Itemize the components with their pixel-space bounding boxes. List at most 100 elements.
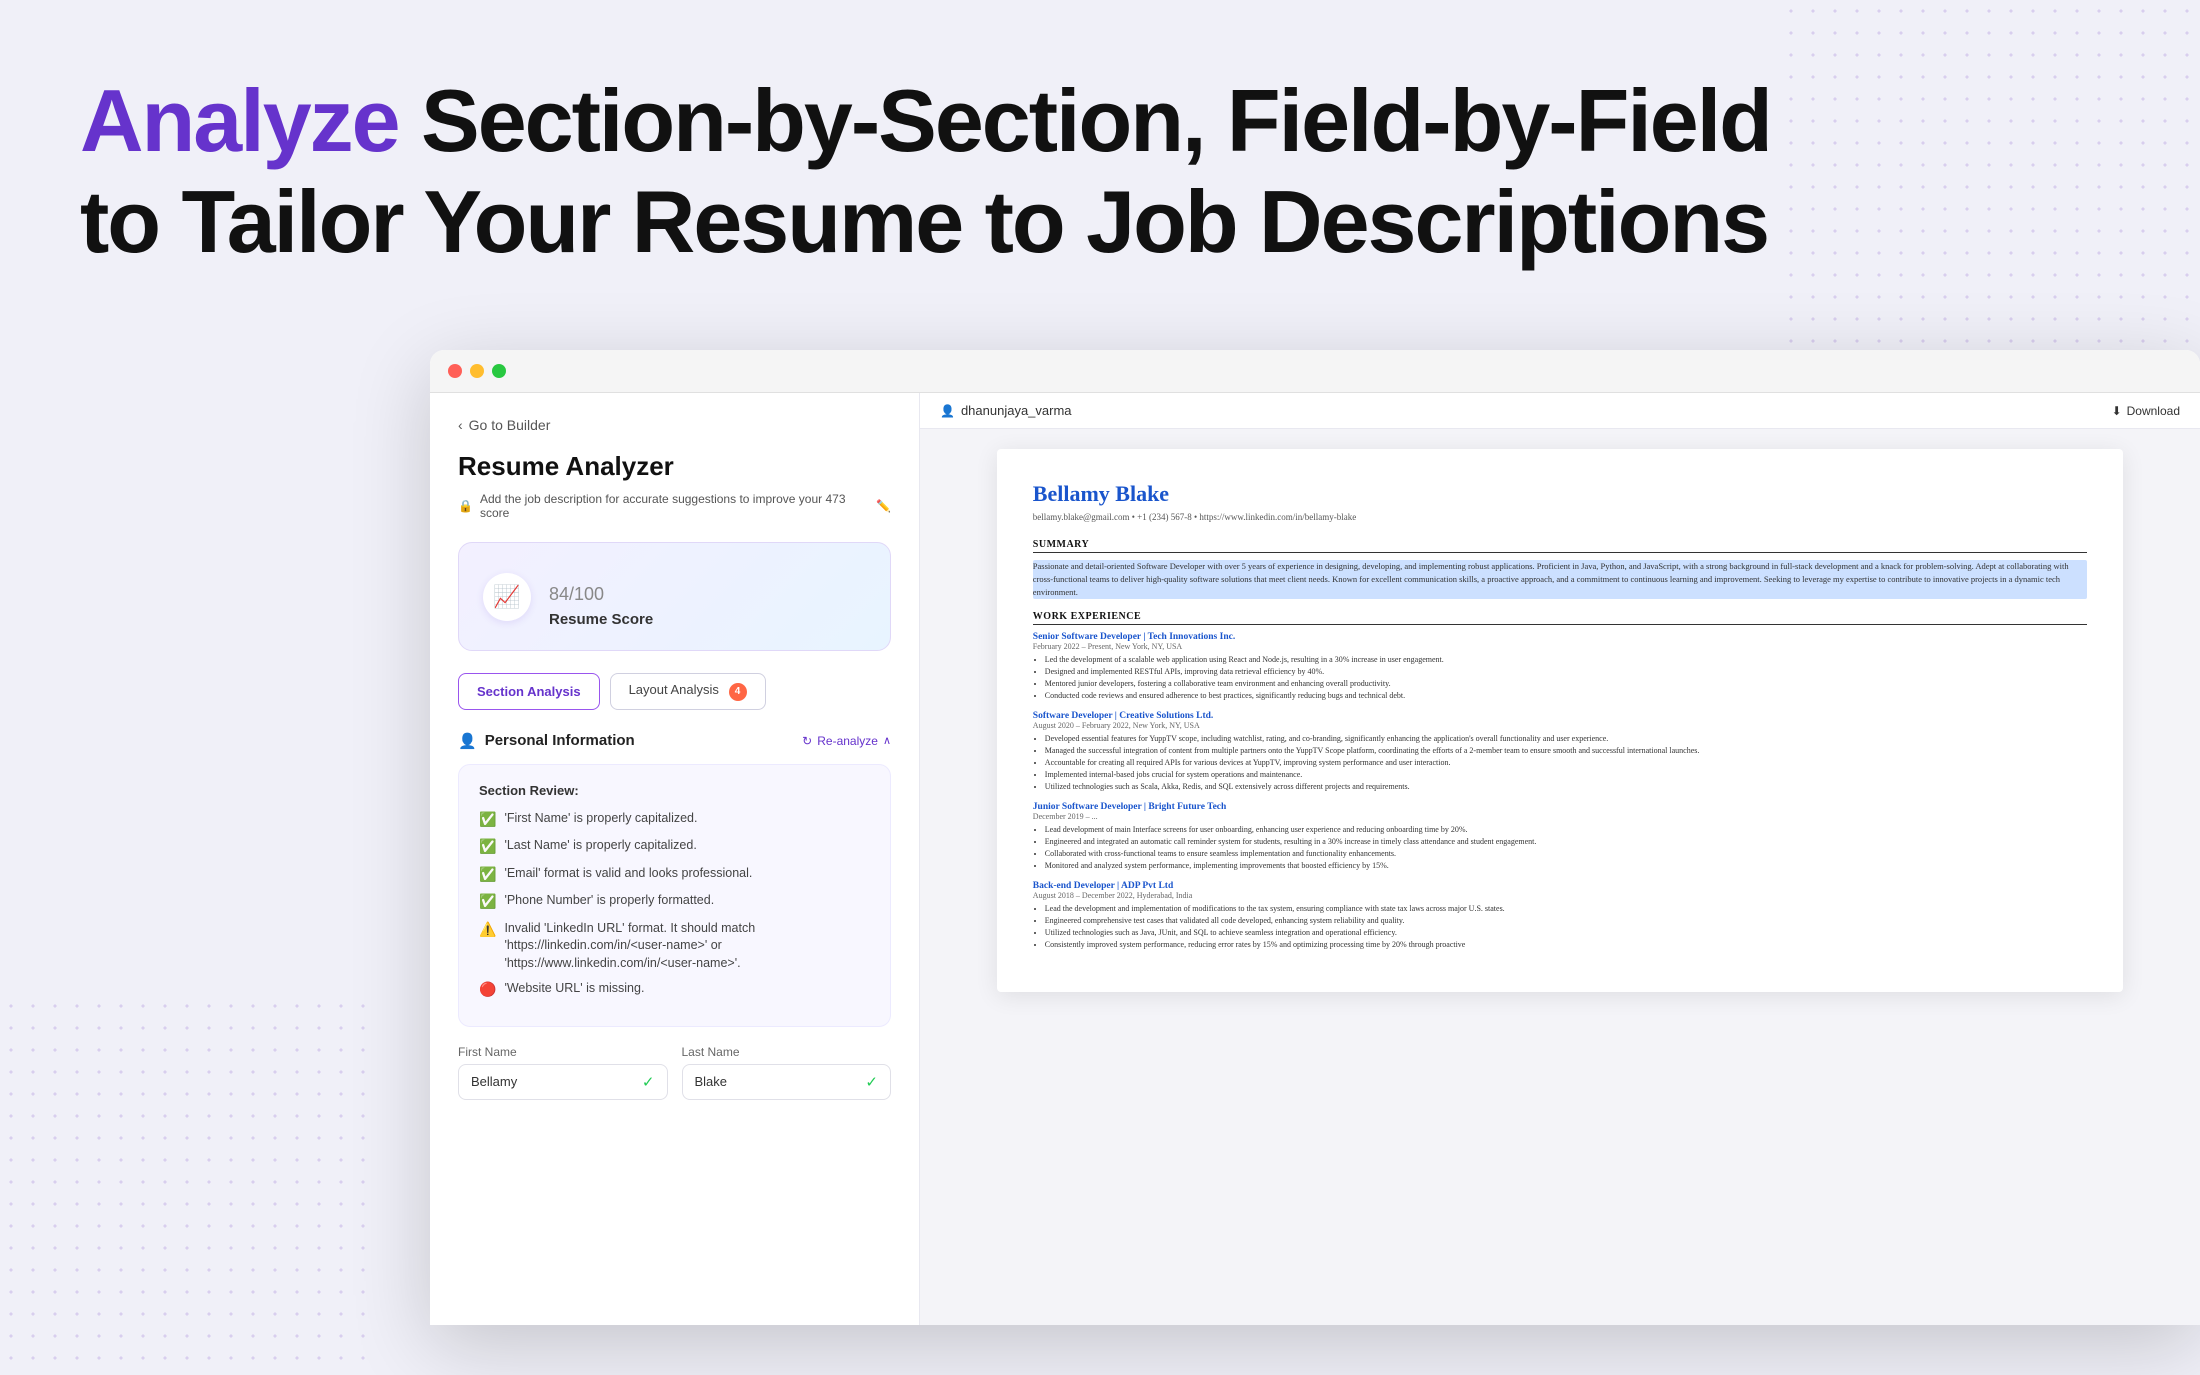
tab-row: Section Analysis Layout Analysis 4: [458, 673, 891, 710]
user-icon: 👤: [940, 404, 955, 418]
last-name-input[interactable]: Blake ✓: [682, 1064, 892, 1100]
job-bullets-3: Lead development of main Interface scree…: [1033, 824, 2087, 872]
resume-contact: bellamy.blake@gmail.com • +1 (234) 567-8…: [1033, 511, 2087, 525]
personal-section-title: Personal Information: [485, 732, 635, 749]
review-text-4: 'Phone Number' is properly formatted.: [504, 892, 714, 910]
first-name-input[interactable]: Bellamy ✓: [458, 1064, 668, 1100]
first-name-label: First Name: [458, 1045, 668, 1059]
tab-layout-analysis[interactable]: Layout Analysis 4: [610, 673, 766, 710]
bullet-4-2: Engineered comprehensive test cases that…: [1045, 915, 2087, 927]
back-arrow-icon: ‹: [458, 417, 463, 433]
score-value: 84/100: [549, 565, 866, 607]
summary-section-title: SUMMARY: [1033, 539, 2087, 553]
download-icon: ⬇: [2112, 404, 2122, 418]
check-icon-4: ✅: [479, 892, 496, 912]
headline-line2: to Tailor Your Resume to Job Description…: [80, 172, 1768, 271]
browser-mockup: ‹ Go to Builder Resume Analyzer 🔒 Add th…: [430, 350, 2200, 1325]
bullet-4-3: Utilized technologies such as Java, JUni…: [1045, 927, 2087, 939]
work-experience-title: WORK EXPERIENCE: [1033, 611, 2087, 625]
personal-info-section: 👤 Personal Information ↻ Re-analyze ∧ Se…: [458, 732, 891, 1100]
headline-text: Analyze Section-by-Section, Field-by-Fie…: [80, 70, 2120, 272]
first-name-check-icon: ✓: [642, 1073, 655, 1091]
bullet-4-1: Lead the development and implementation …: [1045, 903, 2087, 915]
last-name-check-icon: ✓: [865, 1073, 878, 1091]
bullet-2-5: Utilized technologies such as Scala, Akk…: [1045, 781, 2087, 793]
error-icon-6: 🔴: [479, 980, 496, 1000]
resume-paper: Bellamy Blake bellamy.blake@gmail.com • …: [997, 449, 2123, 992]
job-title-4: Back-end Developer | ADP Pvt Ltd: [1033, 881, 2087, 891]
review-text-6: 'Website URL' is missing.: [504, 980, 644, 998]
last-name-label: Last Name: [682, 1045, 892, 1059]
first-name-field-group: First Name Bellamy ✓: [458, 1045, 668, 1100]
review-text-5: Invalid 'LinkedIn URL' format. It should…: [504, 920, 870, 973]
bullet-2-4: Implemented internal-based jobs crucial …: [1045, 769, 2087, 781]
layout-badge: 4: [729, 683, 747, 701]
score-max: /100: [569, 584, 604, 604]
re-analyze-button[interactable]: ↻ Re-analyze ∧: [802, 734, 891, 748]
resume-summary: Passionate and detail-oriented Software …: [1033, 560, 2087, 600]
review-text-3: 'Email' format is valid and looks profes…: [504, 865, 752, 883]
score-emoji: 📈: [493, 584, 520, 610]
bullet-3-2: Engineered and integrated an automatic c…: [1045, 836, 2087, 848]
headline-part2: Section-by-Section, Field-by-Field: [399, 71, 1771, 170]
headline-highlight: Analyze: [80, 71, 399, 170]
lock-icon: 🔒: [458, 499, 473, 513]
score-label: Resume Score: [549, 611, 866, 628]
job-entry-1: Senior Software Developer | Tech Innovat…: [1033, 632, 2087, 702]
bullet-1-1: Led the development of a scalable web ap…: [1045, 654, 2087, 666]
bullet-3-1: Lead development of main Interface scree…: [1045, 824, 2087, 836]
chevron-up-icon: ∧: [883, 734, 891, 747]
download-label: Download: [2127, 404, 2180, 418]
last-name-field-group: Last Name Blake ✓: [682, 1045, 892, 1100]
job-meta-2: August 2020 – February 2022, New York, N…: [1033, 721, 2087, 730]
analyzer-panel: ‹ Go to Builder Resume Analyzer 🔒 Add th…: [430, 393, 920, 1325]
warning-icon-5: ⚠️: [479, 920, 496, 940]
review-item-email: ✅ 'Email' format is valid and looks prof…: [479, 865, 870, 885]
bullet-1-4: Conducted code reviews and ensured adher…: [1045, 690, 2087, 702]
section-title-row: 👤 Personal Information: [458, 732, 635, 750]
tab-section-analysis[interactable]: Section Analysis: [458, 673, 600, 710]
review-item-firstname: ✅ 'First Name' is properly capitalized.: [479, 810, 870, 830]
review-title: Section Review:: [479, 783, 870, 798]
back-label: Go to Builder: [469, 417, 551, 433]
dot-green[interactable]: [492, 364, 506, 378]
review-text-1: 'First Name' is properly capitalized.: [504, 810, 697, 828]
bullet-2-1: Developed essential features for YuppTV …: [1045, 733, 2087, 745]
bullet-1-3: Mentored junior developers, fostering a …: [1045, 678, 2087, 690]
username-text: dhanunjaya_varma: [961, 403, 1072, 418]
check-icon-2: ✅: [479, 837, 496, 857]
bullet-1-2: Designed and implemented RESTful APIs, i…: [1045, 666, 2087, 678]
job-meta-3: December 2019 – ...: [1033, 812, 2087, 821]
tab-section-label: Section Analysis: [477, 684, 581, 699]
job-entry-2: Software Developer | Creative Solutions …: [1033, 711, 2087, 793]
score-card: 📈 84/100 Resume Score: [458, 542, 891, 651]
notice-text: Add the job description for accurate sug…: [480, 492, 869, 520]
edit-icon[interactable]: ✏️: [876, 499, 891, 513]
resume-preview-panel: 👤 dhanunjaya_varma ⬇ Download Bellamy Bl…: [920, 393, 2200, 1325]
job-title-2: Software Developer | Creative Solutions …: [1033, 711, 2087, 721]
decorative-dots-bottom-left: [0, 995, 380, 1375]
score-info: 84/100 Resume Score: [549, 565, 866, 628]
tab-layout-label: Layout Analysis: [629, 682, 719, 697]
job-entry-4: Back-end Developer | ADP Pvt Ltd August …: [1033, 881, 2087, 951]
job-desc-notice: 🔒 Add the job description for accurate s…: [458, 492, 891, 520]
section-header: 👤 Personal Information ↻ Re-analyze ∧: [458, 732, 891, 750]
browser-titlebar: [430, 350, 2200, 393]
bullet-2-3: Accountable for creating all required AP…: [1045, 757, 2087, 769]
download-button[interactable]: ⬇ Download: [2112, 404, 2180, 418]
dot-yellow[interactable]: [470, 364, 484, 378]
bullet-4-4: Consistently improved system performance…: [1045, 939, 2087, 951]
review-item-website: 🔴 'Website URL' is missing.: [479, 980, 870, 1000]
first-name-value: Bellamy: [471, 1074, 634, 1089]
dot-red[interactable]: [448, 364, 462, 378]
re-analyze-label: Re-analyze: [817, 734, 878, 748]
review-text-2: 'Last Name' is properly capitalized.: [504, 837, 696, 855]
re-analyze-icon: ↻: [802, 734, 812, 748]
back-to-builder-link[interactable]: ‹ Go to Builder: [458, 417, 891, 433]
job-bullets-1: Led the development of a scalable web ap…: [1033, 654, 2087, 702]
bullet-2-2: Managed the successful integration of co…: [1045, 745, 2087, 757]
review-item-phone: ✅ 'Phone Number' is properly formatted.: [479, 892, 870, 912]
job-entry-3: Junior Software Developer | Bright Futur…: [1033, 802, 2087, 872]
person-icon: 👤: [458, 732, 477, 750]
check-icon-1: ✅: [479, 810, 496, 830]
